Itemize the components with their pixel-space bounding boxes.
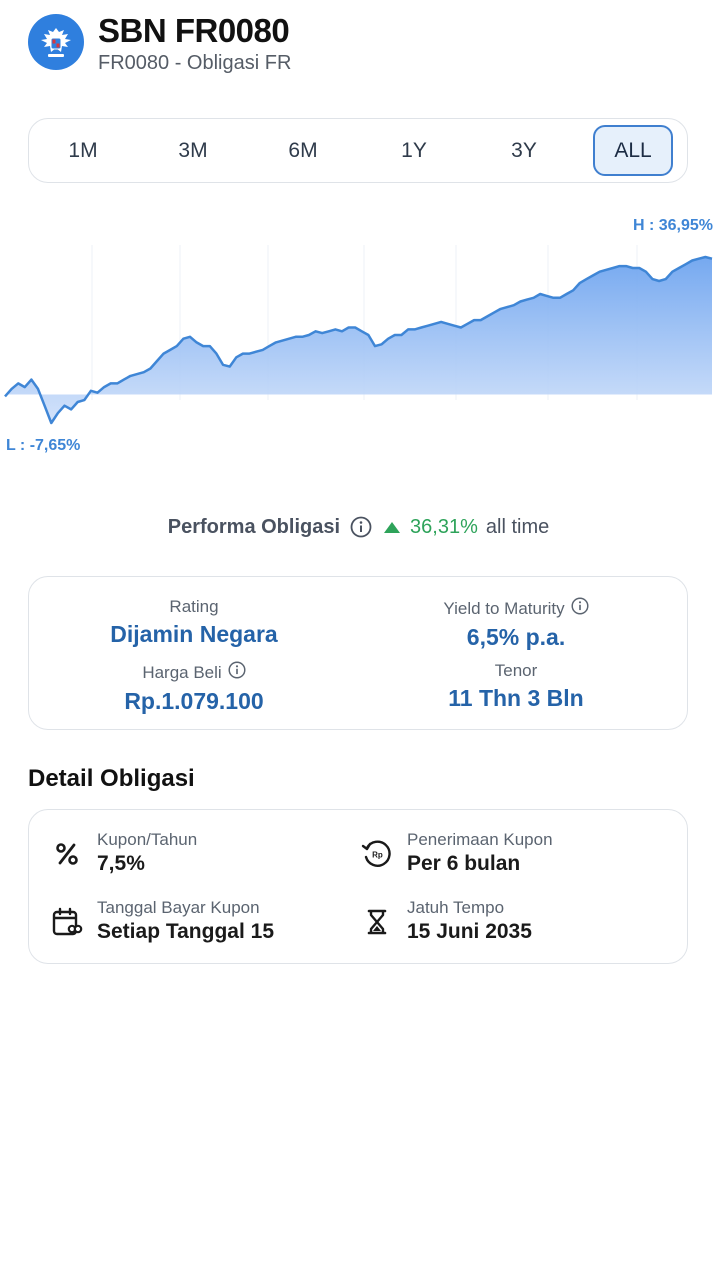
tab-6m[interactable]: 6M: [263, 125, 343, 176]
percent-icon: [51, 838, 83, 870]
rating-label: Rating: [169, 597, 219, 616]
rating-cell: Rating Dijamin Negara: [29, 597, 359, 648]
detail-label: Kupon/Tahun: [97, 830, 198, 849]
page-title: SBN FR0080: [98, 12, 290, 49]
rating-value: Dijamin Negara: [110, 621, 278, 647]
ytm-cell: Yield to Maturity 6,5% p.a.: [351, 597, 681, 651]
performance-summary: Performa Obligasi 36,31% all time: [0, 512, 717, 542]
detail-section-title: Detail Obligasi: [28, 765, 195, 792]
coupon-cycle-icon: Rp: [361, 838, 393, 870]
price-info-icon[interactable]: [228, 661, 246, 684]
svg-text:Rp: Rp: [372, 851, 383, 860]
ytm-label: Yield to Maturity: [443, 598, 565, 618]
detail-card: Kupon/Tahun 7,5% Rp Penerimaan Kupon Per…: [28, 809, 688, 964]
ytm-value: 6,5% p.a.: [466, 624, 566, 650]
tenor-cell: Tenor 11 Thn 3 Bln: [351, 661, 681, 712]
detail-label: Tanggal Bayar Kupon: [97, 898, 260, 917]
chart-high-label: H : 36,95%: [632, 217, 713, 234]
chart-low-label: L : -7,65%: [6, 437, 81, 454]
price-cell: Harga Beli Rp.1.079.100: [29, 661, 359, 715]
detail-item-jatuh-tempo: Jatuh Tempo 15 Juni 2035: [361, 898, 661, 948]
detail-label: Penerimaan Kupon: [407, 830, 553, 849]
tab-1y[interactable]: 1Y: [374, 125, 454, 176]
price-value: Rp.1.079.100: [124, 688, 264, 714]
tab-all[interactable]: ALL: [593, 125, 673, 176]
performance-suffix: all time: [485, 515, 550, 538]
detail-value: 7,5%: [97, 852, 145, 875]
tenor-value: 11 Thn 3 Bln: [448, 685, 584, 711]
detail-value: Setiap Tanggal 15: [97, 920, 274, 943]
header: SBN FR0080 FR0080 - Obligasi FR: [28, 12, 708, 76]
calendar-icon: [51, 906, 83, 938]
detail-item-penerimaan: Rp Penerimaan Kupon Per 6 bulan: [361, 830, 661, 880]
detail-item-kupon: Kupon/Tahun 7,5%: [51, 830, 351, 880]
price-label: Harga Beli: [142, 662, 222, 682]
timeframe-selector: 1M 3M 6M 1Y 3Y ALL: [28, 118, 688, 183]
page-subtitle: FR0080 - Obligasi FR: [98, 52, 292, 74]
info-icon[interactable]: [350, 516, 372, 538]
hourglass-icon: [361, 906, 393, 938]
detail-item-tanggal-bayar: Tanggal Bayar Kupon Setiap Tanggal 15: [51, 898, 351, 948]
detail-value: Per 6 bulan: [407, 852, 521, 875]
tab-3y[interactable]: 3Y: [484, 125, 564, 176]
performance-label: Performa Obligasi: [167, 515, 341, 538]
tab-1m[interactable]: 1M: [43, 125, 123, 176]
trend-up-icon: [384, 521, 401, 533]
performance-chart[interactable]: [0, 205, 717, 465]
chart-area: [5, 257, 712, 423]
tenor-label: Tenor: [494, 661, 538, 680]
detail-value: 15 Juni 2035: [407, 920, 532, 943]
ytm-info-icon[interactable]: [571, 597, 589, 620]
tab-3m[interactable]: 3M: [153, 125, 233, 176]
performance-value: 36,31%: [410, 515, 478, 538]
summary-card: Rating Dijamin Negara Yield to Maturity …: [28, 576, 688, 730]
garuda-emblem-icon: [28, 14, 84, 70]
detail-label: Jatuh Tempo: [407, 898, 505, 917]
